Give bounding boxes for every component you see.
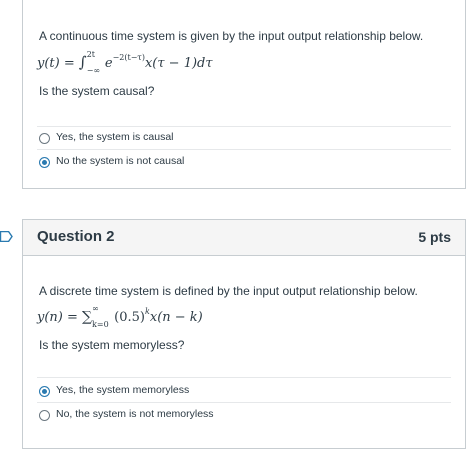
divider xyxy=(37,402,451,403)
question-points: 5 pts xyxy=(418,229,451,245)
question-title: Question 2 xyxy=(37,228,115,245)
upper-limit: 2t xyxy=(86,49,96,59)
equation-lhs: y(t) = xyxy=(37,56,75,71)
answer-label: No the system is not causal xyxy=(56,155,185,167)
exp-base: e xyxy=(104,56,113,71)
integral-sign: ∫ xyxy=(78,53,87,71)
bookmark-flag-icon[interactable] xyxy=(0,231,13,242)
sum-power: k xyxy=(145,307,150,316)
question-2-header: Question 2 5 pts xyxy=(23,220,465,256)
divider xyxy=(37,149,451,150)
integral-limits: 2t −∞ xyxy=(86,50,101,75)
question-2-equation: y(n) = ∑ ∞ k=0 (0.5)kx(n − k) xyxy=(37,304,203,329)
divider xyxy=(37,126,451,127)
question-2-question: Is the system memoryless? xyxy=(39,338,185,352)
equation-body: x(n − k) xyxy=(149,310,203,325)
lower-limit: k=0 xyxy=(92,319,109,329)
question-2-prompt: A discrete time system is defined by the… xyxy=(39,284,418,298)
equation-lhs: y(n) = xyxy=(37,310,78,325)
radio-selected-icon[interactable] xyxy=(39,386,50,397)
radio-icon[interactable] xyxy=(39,133,50,144)
answer-label: Yes, the system is causal xyxy=(56,131,174,143)
question-1-card: A continuous time system is given by the… xyxy=(22,0,466,189)
question-1-equation: y(t) = ∫ 2t −∞ e−2(t−τ)x(τ − 1)dτ xyxy=(37,50,213,75)
sum-base: (0.5) xyxy=(114,310,145,325)
sum-sign: ∑ xyxy=(82,309,93,325)
divider xyxy=(37,377,451,378)
upper-limit: ∞ xyxy=(92,303,99,313)
exp-power: −2(t−τ) xyxy=(112,53,145,62)
answer-label: No, the system is not memoryless xyxy=(56,408,214,420)
radio-selected-icon[interactable] xyxy=(39,157,50,168)
sum-limits: ∞ k=0 xyxy=(92,304,110,329)
question-1-question: Is the system causal? xyxy=(39,84,155,98)
lower-limit: −∞ xyxy=(86,65,101,75)
answer-label: Yes, the system memoryless xyxy=(56,384,190,396)
question-1-prompt: A continuous time system is given by the… xyxy=(39,29,424,43)
radio-icon[interactable] xyxy=(39,410,50,421)
question-2-card: Question 2 5 pts A discrete time system … xyxy=(22,219,466,449)
equation-body: x(τ − 1)dτ xyxy=(144,56,213,71)
